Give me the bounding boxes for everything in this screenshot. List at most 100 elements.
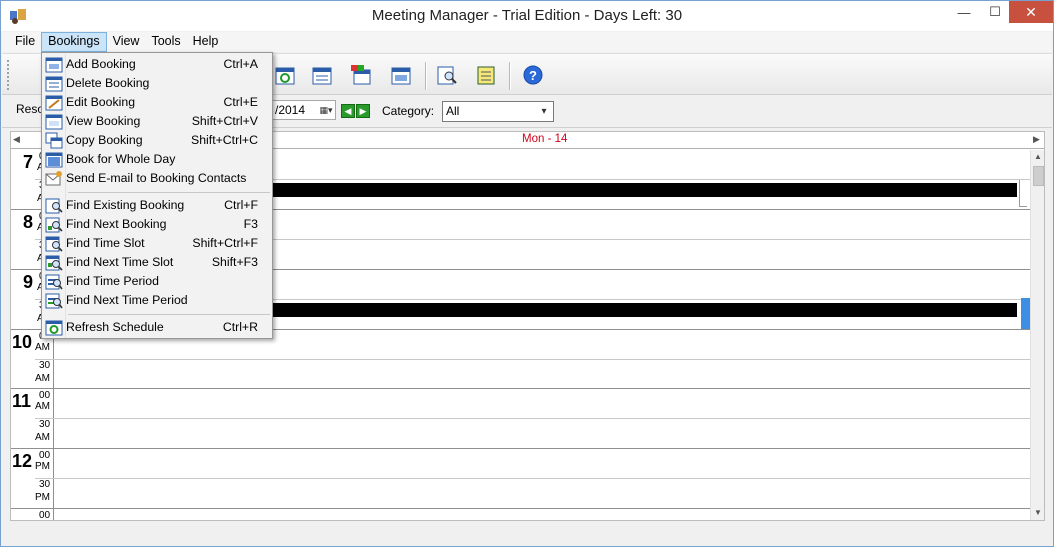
menu-item-shortcut: Ctrl+E bbox=[223, 95, 258, 109]
minimize-button[interactable]: — bbox=[947, 1, 981, 23]
email-contacts-icon bbox=[45, 171, 62, 186]
menu-help[interactable]: Help bbox=[187, 32, 225, 52]
menu-item-edit-booking[interactable]: Edit Booking Ctrl+E bbox=[44, 93, 270, 112]
minute-label: 00 bbox=[39, 450, 51, 461]
menu-item-delete-booking[interactable]: Delete Booking bbox=[44, 74, 270, 93]
scroll-up-icon[interactable]: ▲ bbox=[1034, 152, 1042, 161]
menu-item-label: View Booking bbox=[66, 114, 141, 128]
menu-item-label: Find Existing Booking bbox=[66, 198, 185, 212]
hour-label: 10 bbox=[12, 332, 33, 352]
date-picker[interactable]: /2014 ▦▾ bbox=[270, 100, 336, 120]
menu-item-shortcut: Shift+Ctrl+V bbox=[191, 114, 258, 128]
menu-item-shortcut: Ctrl+A bbox=[223, 57, 258, 71]
menu-item-find-existing-booking[interactable]: Find Existing Booking Ctrl+F bbox=[44, 196, 270, 215]
ampm-label: AM bbox=[35, 342, 50, 353]
menu-view[interactable]: View bbox=[107, 32, 146, 52]
menu-item-shortcut: Shift+F3 bbox=[211, 255, 258, 269]
find-time-slot-icon bbox=[45, 236, 63, 252]
ampm-label: AM bbox=[35, 401, 50, 412]
menu-item-refresh-schedule[interactable]: Refresh Schedule Ctrl+R bbox=[44, 318, 270, 337]
toolbar-find-button[interactable] bbox=[434, 62, 460, 88]
menu-item-label: Find Time Slot bbox=[66, 236, 145, 250]
half-hour-line bbox=[35, 359, 1030, 360]
previous-day-button[interactable]: ◀ bbox=[341, 104, 355, 118]
toolbar-day-view-button[interactable] bbox=[388, 62, 414, 88]
menu-item-view-booking[interactable]: View Booking Shift+Ctrl+V bbox=[44, 112, 270, 131]
scroll-down-icon[interactable]: ▼ bbox=[1034, 508, 1042, 517]
toolbar-week-view-button[interactable] bbox=[309, 62, 335, 88]
hour-label: 9 bbox=[23, 272, 34, 292]
refresh-schedule-icon bbox=[45, 320, 63, 336]
ampm-label: PM bbox=[35, 461, 50, 472]
minute-label: 30 bbox=[39, 479, 51, 490]
menu-item-find-next-time-slot[interactable]: Find Next Time Slot Shift+F3 bbox=[44, 253, 270, 272]
menu-item-find-next-booking[interactable]: Find Next Booking F3 bbox=[44, 215, 270, 234]
booking-block-edge bbox=[1019, 180, 1027, 207]
menu-item-book-whole-day[interactable]: Book for Whole Day bbox=[44, 150, 270, 169]
menu-tools[interactable]: Tools bbox=[145, 32, 186, 52]
window-title: Meeting Manager - Trial Edition - Days L… bbox=[371, 7, 683, 24]
notepad-icon bbox=[477, 66, 495, 85]
toolbar-refresh-button[interactable] bbox=[272, 62, 298, 88]
calendar-delete-icon bbox=[45, 76, 63, 92]
ampm-label: AM bbox=[35, 432, 50, 443]
menu-item-find-time-period[interactable]: Find Time Period bbox=[44, 272, 270, 291]
arrow-right-icon: ▶ bbox=[359, 105, 367, 116]
vertical-scrollbar[interactable]: ▲ ▼ bbox=[1030, 150, 1044, 520]
maximize-button[interactable]: ☐ bbox=[981, 1, 1009, 23]
scroll-left-icon[interactable]: ◀ bbox=[13, 134, 20, 145]
find-next-time-slot-icon bbox=[45, 255, 63, 271]
category-value: All bbox=[446, 104, 460, 118]
toolbar-help-button[interactable]: ? bbox=[520, 62, 546, 88]
ampm-label: AM bbox=[35, 373, 50, 384]
scroll-right-icon[interactable]: ▶ bbox=[1033, 134, 1040, 145]
close-button[interactable]: ✕ bbox=[1009, 1, 1053, 23]
minute-label: 00 bbox=[39, 390, 51, 401]
menu-item-label: Edit Booking bbox=[66, 95, 136, 109]
menu-bar: File Bookings View Tools Help bbox=[2, 32, 1052, 52]
menu-item-find-time-slot[interactable]: Find Time Slot Shift+Ctrl+F bbox=[44, 234, 270, 253]
calendar-dropdown-icon[interactable]: ▦▾ bbox=[318, 103, 334, 117]
menu-item-label: Find Next Booking bbox=[66, 217, 167, 231]
menu-bookings[interactable]: Bookings bbox=[41, 32, 107, 52]
booking-block[interactable] bbox=[195, 183, 1017, 197]
scrollbar-thumb[interactable] bbox=[1033, 166, 1044, 186]
menu-item-add-booking[interactable]: Add Booking Ctrl+A bbox=[44, 55, 270, 74]
find-next-icon bbox=[45, 217, 63, 233]
toolbar-grip[interactable] bbox=[7, 60, 11, 90]
hour-label: 8 bbox=[23, 212, 34, 232]
menu-item-label: Find Next Time Slot bbox=[66, 255, 174, 269]
app-window: Meeting Manager - Trial Edition - Days L… bbox=[0, 0, 1054, 547]
next-day-button[interactable]: ▶ bbox=[356, 104, 370, 118]
help-icon: ? bbox=[523, 65, 543, 85]
booking-block[interactable] bbox=[195, 303, 1017, 317]
calendar-color-icon bbox=[351, 65, 371, 85]
hour-label: 11 bbox=[12, 391, 32, 411]
hour-line bbox=[11, 508, 1030, 509]
minute-label: 30 bbox=[39, 360, 51, 371]
ampm-label: PM bbox=[35, 492, 50, 503]
category-select[interactable]: All ▾ bbox=[442, 101, 554, 122]
calendar-week-icon bbox=[312, 67, 332, 85]
toolbar-separator bbox=[425, 62, 427, 90]
menu-item-label: Add Booking bbox=[66, 57, 136, 71]
menu-file[interactable]: File bbox=[2, 32, 41, 52]
menu-item-copy-booking[interactable]: Copy Booking Shift+Ctrl+C bbox=[44, 131, 270, 150]
toolbar-notes-button[interactable] bbox=[473, 62, 499, 88]
menu-item-label: Refresh Schedule bbox=[66, 320, 164, 334]
calendar-add-icon bbox=[45, 57, 63, 73]
hour-label: 7 bbox=[23, 152, 34, 172]
menu-item-label: Find Next Time Period bbox=[66, 293, 188, 307]
menu-item-find-next-time-period[interactable]: Find Next Time Period bbox=[44, 291, 270, 310]
minute-label: 00 bbox=[39, 510, 51, 521]
calendar-icon bbox=[391, 67, 411, 85]
menu-item-shortcut: Shift+Ctrl+F bbox=[192, 236, 258, 250]
find-icon bbox=[437, 66, 457, 85]
selected-slot-indicator[interactable] bbox=[1021, 298, 1030, 329]
hour-label: 12 bbox=[12, 451, 33, 471]
toolbar-separator bbox=[509, 62, 511, 90]
calendar-edit-icon bbox=[45, 95, 63, 111]
toolbar-month-view-button[interactable] bbox=[348, 62, 374, 88]
menu-item-send-email[interactable]: Send E-mail to Booking Contacts bbox=[44, 169, 270, 188]
bookings-menu: Add Booking Ctrl+A Delete Booking Edit B… bbox=[41, 52, 273, 339]
